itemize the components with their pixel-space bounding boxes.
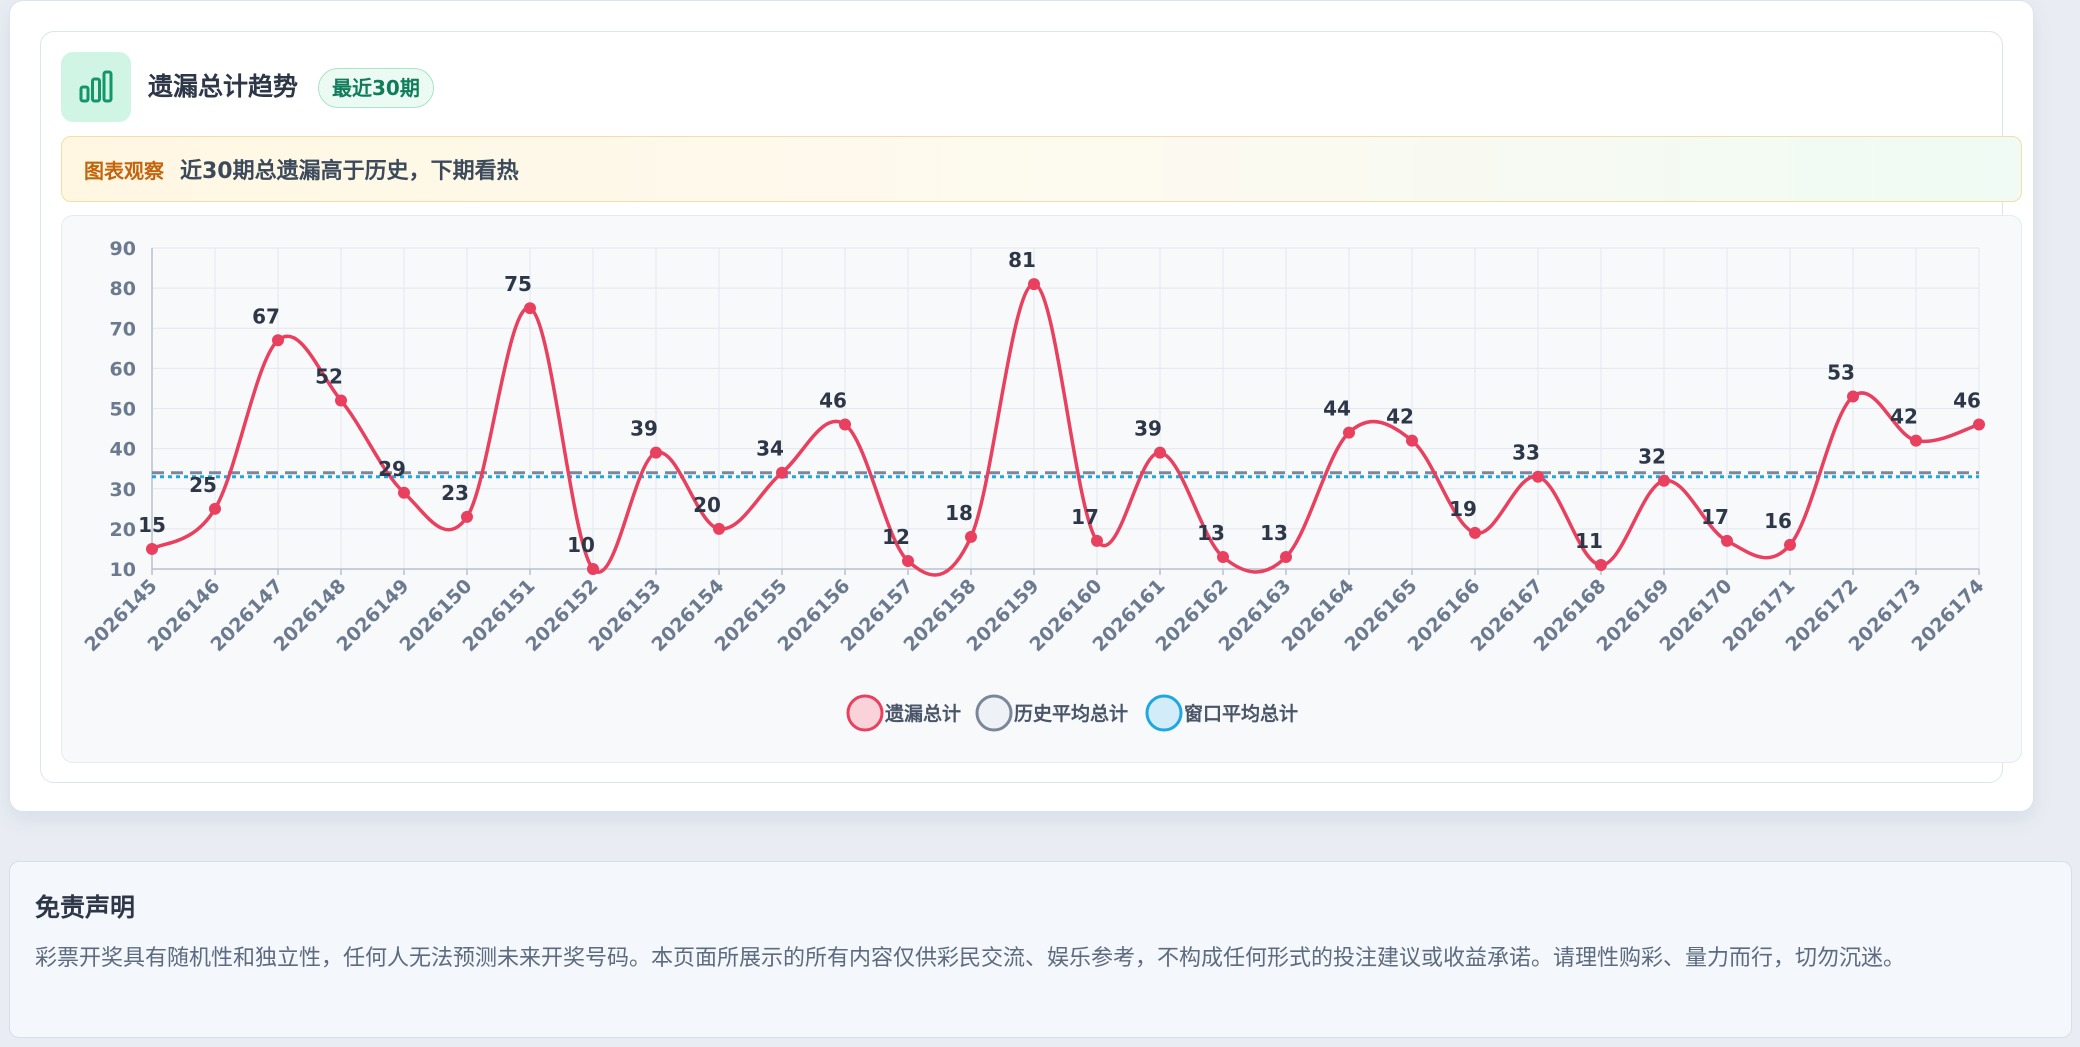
data-label: 52	[315, 364, 343, 388]
data-label: 32	[1638, 445, 1666, 469]
trend-card: 遗漏总计趋势 最近30期 图表观察 近30期总遗漏高于历史，下期看热 10 20 3…	[9, 0, 2034, 812]
data-point	[524, 302, 536, 315]
disclaimer-title: 免责声明	[35, 893, 136, 922]
chart-panel: 10 20 30 40 50 60 70 80 90 2026145 2026146 2026147 2…	[61, 215, 2022, 763]
y-tick-label: 80	[110, 278, 136, 300]
disclaimer-section: 免责声明 彩票开奖具有随机性和独立性，任何人无法预测未来开奖号码。本页面所展示的…	[9, 861, 2072, 1038]
observation-text: 近30期总遗漏高于历史，下期看热	[180, 159, 519, 184]
data-point	[272, 334, 284, 347]
data-point	[776, 466, 788, 479]
legend-swatch	[975, 694, 1013, 732]
data-point	[335, 394, 347, 407]
y-tick-label: 90	[110, 238, 136, 260]
data-point	[1784, 538, 1796, 551]
y-tick-label: 60	[110, 358, 136, 380]
data-label: 19	[1449, 497, 1477, 521]
y-tick-label: 10	[110, 559, 136, 581]
data-label: 46	[1953, 389, 1981, 413]
data-point	[1595, 558, 1607, 571]
data-label: 13	[1197, 521, 1225, 545]
series-line-omission-total	[151, 282, 1980, 577]
data-label: 18	[945, 501, 973, 525]
y-tick-label: 70	[110, 318, 136, 340]
y-tick-label: 50	[110, 399, 136, 421]
data-label: 34	[756, 437, 784, 461]
trend-card-inner: 遗漏总计趋势 最近30期 图表观察 近30期总遗漏高于历史，下期看热 10 20 3…	[40, 31, 2022, 783]
data-label: 25	[189, 473, 217, 497]
data-label: 23	[441, 481, 469, 505]
data-point	[1658, 474, 1670, 487]
observation-label: 图表观察	[84, 158, 164, 183]
data-point	[965, 530, 977, 543]
data-label: 33	[1512, 441, 1540, 465]
data-label: 11	[1575, 529, 1603, 553]
data-point	[1091, 534, 1103, 547]
legend-swatch	[1145, 694, 1183, 732]
legend-label: 遗漏总计	[884, 702, 961, 725]
data-label: 81	[1008, 248, 1036, 272]
y-tick-label: 20	[110, 519, 136, 541]
card-title: 遗漏总计趋势	[148, 72, 299, 101]
data-label: 39	[1134, 417, 1162, 441]
data-label: 39	[630, 417, 658, 441]
data-point	[1154, 446, 1166, 459]
data-label: 12	[882, 525, 910, 549]
data-point	[146, 542, 158, 555]
data-point	[209, 502, 221, 515]
data-point	[1343, 426, 1355, 439]
data-point	[461, 510, 473, 523]
data-label: 17	[1701, 505, 1729, 529]
data-point	[587, 563, 599, 575]
data-point	[1910, 434, 1922, 447]
data-label: 42	[1386, 405, 1414, 429]
data-label: 15	[138, 513, 166, 537]
data-label: 10	[567, 533, 595, 557]
y-tick-label: 40	[110, 439, 136, 461]
data-label: 75	[504, 272, 532, 296]
data-point	[1028, 278, 1040, 291]
legend-label: 历史平均总计	[1014, 702, 1128, 725]
data-point	[713, 522, 725, 535]
data-point	[1406, 434, 1418, 447]
data-label: 17	[1071, 505, 1099, 529]
data-label: 29	[378, 457, 406, 481]
data-label: 16	[1764, 509, 1792, 533]
bar-chart-icon	[61, 52, 131, 122]
data-point	[650, 446, 662, 459]
data-label: 20	[693, 493, 721, 517]
data-label: 46	[819, 389, 847, 413]
data-point	[1469, 526, 1481, 539]
data-point	[1847, 390, 1859, 403]
data-point	[839, 418, 851, 431]
data-point	[902, 554, 914, 567]
y-tick-label: 30	[110, 479, 136, 501]
data-point	[1973, 418, 1985, 431]
period-badge: 最近30期	[318, 68, 434, 108]
data-label: 42	[1890, 405, 1918, 429]
data-point	[1721, 534, 1733, 547]
data-point	[398, 486, 410, 499]
data-point	[1280, 550, 1292, 563]
line-chart: 1020304050607080902026145202614620261472…	[81, 238, 1989, 732]
data-label: 67	[252, 304, 280, 328]
data-point	[1217, 550, 1229, 563]
legend-label: 窗口平均总计	[1184, 702, 1298, 725]
legend-swatch	[846, 694, 884, 732]
disclaimer-text: 彩票开奖具有随机性和独立性，任何人无法预测未来开奖号码。本页面所展示的所有内容仅…	[35, 946, 1906, 971]
observation-banner: 图表观察 近30期总遗漏高于历史，下期看热	[61, 136, 2022, 202]
data-label: 44	[1323, 397, 1351, 421]
data-label: 53	[1827, 360, 1855, 384]
data-label: 13	[1260, 521, 1288, 545]
data-point	[1532, 470, 1544, 483]
